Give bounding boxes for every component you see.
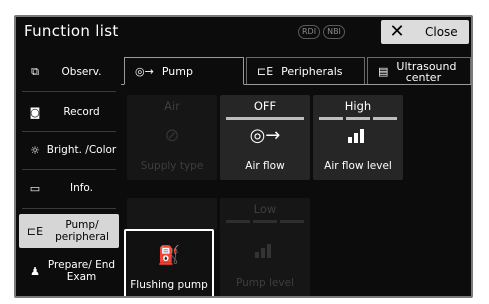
tab-label: Pump	[161, 64, 193, 78]
air-flow-level-button[interactable]: High Air flow level	[313, 95, 403, 180]
rdi-indicator: RDI	[298, 25, 321, 39]
supply-type-label: Supply type	[140, 160, 204, 172]
pump-peripheral-icon: ⊏E	[26, 224, 44, 238]
close-label: Close	[425, 25, 458, 39]
sidebar-item-label: Observ.	[61, 66, 102, 78]
sidebar-item-label: Record	[63, 106, 100, 118]
flushing-pump-button[interactable]: ⛽ Flushing pump	[124, 229, 214, 296]
title-bar: Function list RDI NBI ✕ Close	[16, 17, 471, 47]
pump-level-value: Low	[253, 202, 277, 216]
tab-label: Peripherals	[281, 65, 343, 78]
nbi-indicator: NBI	[323, 25, 345, 39]
air-flow-value: OFF	[253, 99, 277, 113]
supply-type-icon: ⊘	[164, 125, 180, 146]
prepare-icon: ♟	[30, 264, 40, 278]
record-icon: ◙	[29, 105, 41, 119]
signal-level-icon	[220, 240, 310, 263]
air-flow-level-label: Air flow level	[324, 160, 392, 172]
sidebar-item-label: Info.	[69, 182, 94, 194]
tab-peripherals[interactable]: ⊏E Peripherals	[246, 57, 365, 85]
info-icon: ▭	[29, 181, 41, 195]
pump-level-indicator	[226, 220, 304, 223]
tab-pump[interactable]: ◎→ Pump	[124, 57, 244, 85]
ultrasound-icon: ▤	[378, 65, 389, 78]
pump-level-label: Pump level	[235, 277, 294, 289]
peripherals-icon: ⊏E	[257, 65, 274, 78]
mode-indicators: RDI NBI	[298, 25, 345, 39]
air-flow-level-indicator	[319, 117, 397, 120]
empty-slot	[127, 198, 217, 230]
pump-icon: ◎→	[135, 64, 154, 78]
close-icon: ✕	[389, 21, 405, 42]
tab-label: Ultrasound center	[396, 59, 457, 84]
sidebar-divider	[22, 208, 116, 209]
flushing-pump-label: Flushing pump	[130, 279, 208, 291]
close-button[interactable]: ✕ Close	[381, 20, 469, 44]
tab-ultrasound-center[interactable]: ▤ Ultrasound center	[367, 57, 471, 85]
sidebar-item-label: Prepare/ End Exam	[47, 259, 116, 283]
signal-level-icon	[313, 125, 403, 148]
air-flow-icon: ◎→	[249, 125, 281, 146]
air-flow-button[interactable]: OFF ◎→ Air flow	[220, 95, 310, 180]
observation-icon: ⧉	[31, 65, 39, 78]
sidebar-divider	[22, 169, 116, 170]
air-flow-level-value: High	[344, 99, 372, 113]
sidebar-item-pump-peripheral[interactable]: ⊏E Pump/ peripheral	[19, 214, 119, 248]
function-list-window: Function list RDI NBI ✕ Close ⧉ Observ. …	[14, 15, 473, 298]
air-flow-label: Air flow	[245, 160, 285, 172]
sidebar-item-label: Pump/ peripheral	[55, 219, 109, 243]
sidebar-item-info[interactable]: ▭ Info.	[19, 173, 118, 203]
sidebar-item-brightness-color[interactable]: ☼ Bright. /Color	[19, 135, 118, 165]
supply-type-button: Air ⊘ Supply type	[127, 95, 217, 180]
pump-level-button: Low Pump level	[220, 198, 310, 296]
sidebar-divider	[22, 131, 116, 132]
sidebar-item-observation[interactable]: ⧉ Observ.	[19, 57, 118, 87]
brightness-icon: ☼	[30, 143, 40, 157]
sidebar-divider	[22, 91, 116, 92]
flushing-pump-icon: ⛽	[157, 245, 181, 266]
sidebar-item-record[interactable]: ◙ Record	[19, 97, 118, 127]
air-flow-value-underline	[226, 117, 304, 120]
supply-type-value: Air	[164, 99, 180, 113]
sidebar-item-prepare-end-exam[interactable]: ♟ Prepare/ End Exam	[19, 254, 118, 288]
sidebar-item-label: Bright. /Color	[46, 144, 117, 156]
window-title: Function list	[24, 22, 119, 40]
